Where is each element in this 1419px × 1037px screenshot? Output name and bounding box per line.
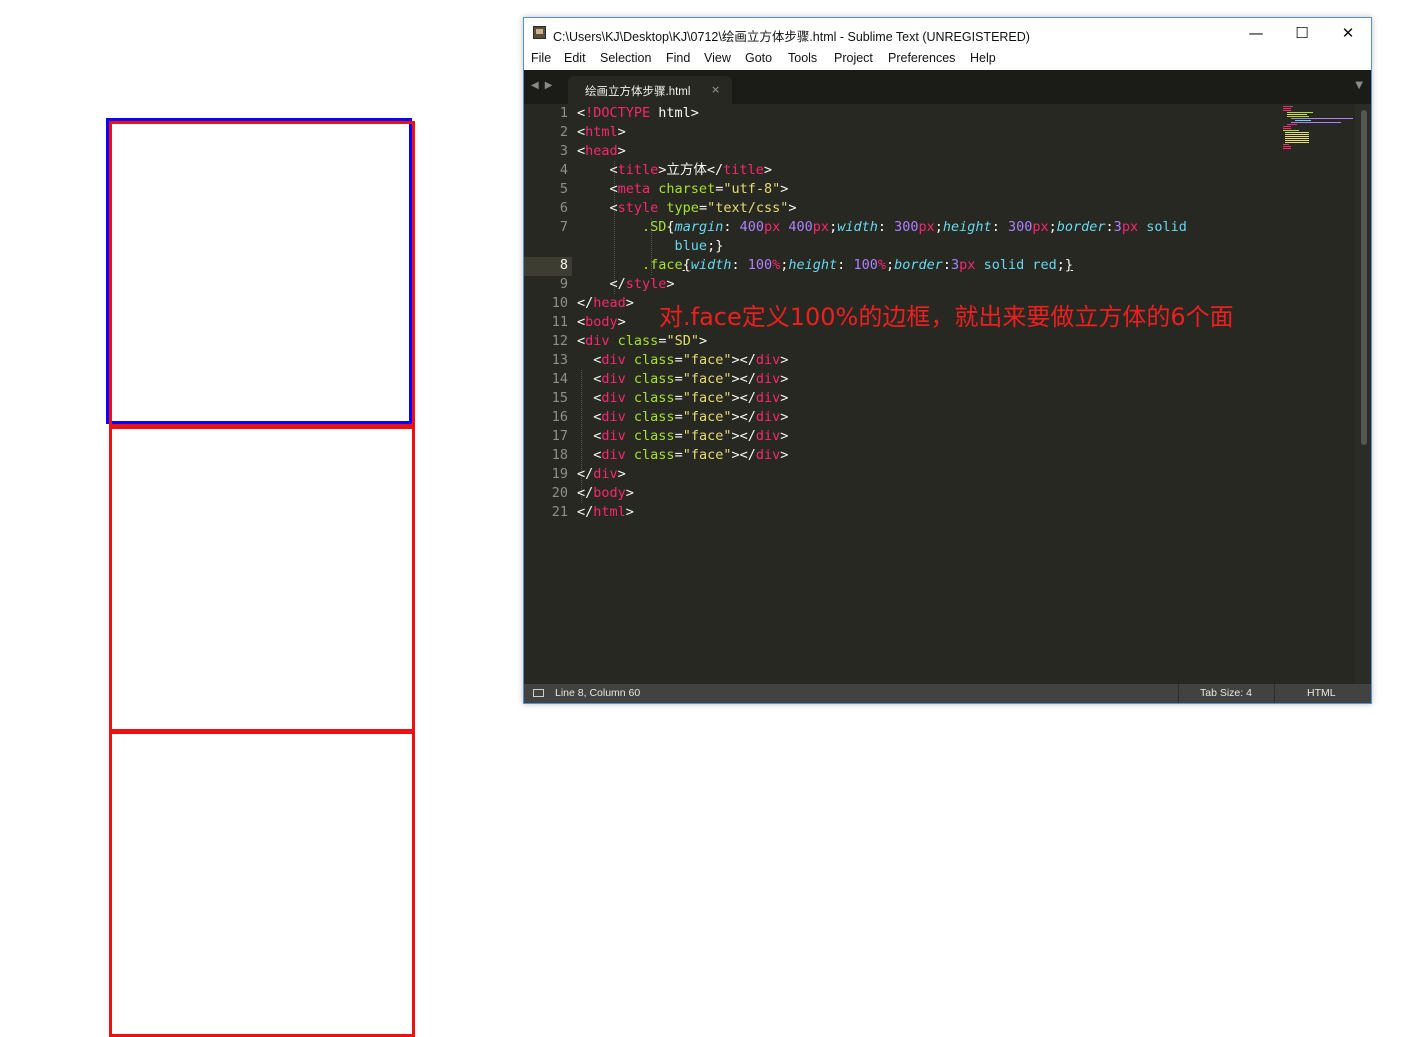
tab-dropdown-icon[interactable]: ▼ — [1355, 80, 1363, 91]
line-number: 11 — [551, 314, 568, 330]
code-line[interactable]: <meta charset="utf-8"> — [577, 180, 789, 199]
panel-toggle-icon[interactable] — [533, 689, 544, 697]
code-line[interactable]: <div class="face"></div> — [577, 370, 788, 389]
line-number: 5 — [559, 181, 568, 197]
code-line[interactable]: </body> — [577, 484, 634, 503]
face-box-3 — [109, 731, 415, 1037]
line-number: 2 — [559, 124, 568, 140]
line-number-current: 8 — [559, 257, 568, 273]
menu-project[interactable]: Project — [834, 51, 873, 65]
code-line[interactable]: <div class="face"></div> — [577, 446, 788, 465]
annotation-text: 对.face定义100%的边框，就出来要做立方体的6个面 — [659, 303, 1234, 331]
status-bar: Line 8, Column 60 Tab Size: 4 HTML — [524, 684, 1371, 703]
code-line[interactable]: <body> — [577, 313, 626, 332]
code-line[interactable]: <div class="face"></div> — [577, 389, 788, 408]
code-line[interactable]: </style> — [577, 275, 675, 294]
line-number: 7 — [559, 219, 568, 235]
title-bar[interactable]: C:\Users\KJ\Desktop\KJ\0712\绘画立方体步骤.html… — [524, 18, 1371, 48]
code-line[interactable]: </head> — [577, 294, 634, 313]
menu-edit[interactable]: Edit — [564, 51, 586, 65]
scrollbar-thumb[interactable] — [1361, 110, 1367, 445]
tab-size[interactable]: Tab Size: 4 — [1200, 687, 1252, 699]
status-divider — [1274, 684, 1275, 703]
syntax-mode[interactable]: HTML — [1307, 687, 1336, 699]
face-box-2 — [109, 426, 415, 732]
tab-nav-arrows-icon[interactable]: ◀▶ — [531, 80, 558, 91]
code-line[interactable]: </div> — [577, 465, 626, 484]
line-number: 13 — [551, 352, 568, 368]
line-number: 6 — [559, 200, 568, 216]
code-line[interactable]: blue;} — [577, 237, 724, 256]
cursor-position[interactable]: Line 8, Column 60 — [555, 687, 640, 699]
tab-bar: ◀▶ 绘画立方体步骤.html × ▼ — [524, 70, 1371, 104]
minimap[interactable] — [1281, 106, 1353, 154]
close-button[interactable]: ✕ — [1325, 18, 1371, 48]
code-line[interactable]: <head> — [577, 142, 626, 161]
line-number: 15 — [551, 390, 568, 406]
menu-help[interactable]: Help — [970, 51, 996, 65]
code-line[interactable]: <div class="SD"> — [577, 332, 707, 351]
sublime-window: C:\Users\KJ\Desktop\KJ\0712\绘画立方体步骤.html… — [523, 17, 1372, 704]
menu-bar: File Edit Selection Find View Goto Tools… — [524, 48, 1371, 70]
line-number: 19 — [551, 466, 568, 482]
window-title: C:\Users\KJ\Desktop\KJ\0712\绘画立方体步骤.html… — [553, 30, 1030, 44]
code-line[interactable]: </html> — [577, 503, 634, 522]
tab-label: 绘画立方体步骤.html — [585, 86, 691, 98]
tab-active-file[interactable]: 绘画立方体步骤.html × — [568, 76, 732, 104]
code-line[interactable]: .face{width: 100%;height: 100%;border:3p… — [577, 256, 1073, 275]
line-number: 17 — [551, 428, 568, 444]
code-line[interactable]: <div class="face"></div> — [577, 427, 788, 446]
status-divider — [1178, 684, 1179, 703]
line-number: 21 — [551, 504, 568, 520]
maximize-button[interactable]: ☐ — [1279, 18, 1325, 48]
code-line[interactable]: <!DOCTYPE html> — [577, 104, 699, 123]
line-number: 14 — [551, 371, 568, 387]
menu-goto[interactable]: Goto — [745, 51, 772, 65]
code-line[interactable]: <style type="text/css"> — [577, 199, 797, 218]
line-number: 12 — [551, 333, 568, 349]
line-number: 20 — [551, 485, 568, 501]
vertical-scrollbar[interactable] — [1355, 104, 1371, 684]
code-line[interactable]: <div class="face"></div> — [577, 408, 788, 427]
code-line[interactable]: <div class="face"></div> — [577, 351, 788, 370]
menu-tools[interactable]: Tools — [788, 51, 817, 65]
face-box-1 — [109, 121, 415, 427]
menu-view[interactable]: View — [704, 51, 731, 65]
menu-selection[interactable]: Selection — [600, 51, 651, 65]
menu-file[interactable]: File — [531, 51, 551, 65]
menu-find[interactable]: Find — [666, 51, 690, 65]
line-number: 3 — [559, 143, 568, 159]
line-number: 9 — [559, 276, 568, 292]
sublime-app-icon — [533, 26, 546, 39]
minimize-button[interactable]: — — [1233, 18, 1279, 48]
code-line[interactable]: .SD{margin: 400px 400px;width: 300px;hei… — [577, 218, 1187, 237]
line-number: 16 — [551, 409, 568, 425]
code-line[interactable]: <html> — [577, 123, 626, 142]
line-number: 4 — [559, 162, 568, 178]
menu-preferences[interactable]: Preferences — [888, 51, 955, 65]
code-line[interactable]: <title>立方体</title> — [577, 161, 772, 180]
line-number: 10 — [551, 295, 568, 311]
tab-close-icon[interactable]: × — [711, 83, 720, 96]
line-number: 18 — [551, 447, 568, 463]
line-number: 1 — [559, 105, 568, 121]
code-editor[interactable]: 1 2 3 4 5 6 7 8 9 10 11 12 13 14 15 16 1… — [524, 104, 1371, 684]
